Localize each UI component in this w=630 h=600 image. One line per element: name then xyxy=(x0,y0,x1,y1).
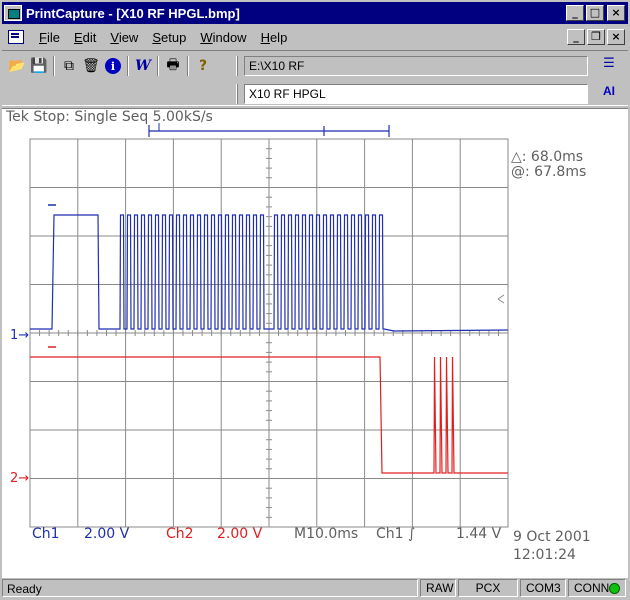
connection-led-icon xyxy=(609,582,620,594)
copy-icon[interactable]: ⧉ xyxy=(58,55,80,77)
trigger-source: Ch1 ∫ xyxy=(376,526,416,542)
close-button[interactable]: × xyxy=(607,5,625,21)
trigger-arrow xyxy=(497,294,505,300)
ch1-label: Ch1 xyxy=(32,526,60,542)
doc-restore-button[interactable]: ❐ xyxy=(587,29,605,45)
menu-window[interactable]: Window xyxy=(193,30,253,45)
list-icon[interactable]: ☰ xyxy=(598,56,620,76)
doc-minimize-button[interactable]: _ xyxy=(567,29,585,45)
ch2-scale: 2.00 V xyxy=(217,526,263,542)
print-icon[interactable]: 🖶 xyxy=(162,55,184,77)
open-folder-icon[interactable]: 📂 xyxy=(6,55,28,77)
toolbar-separator xyxy=(127,56,129,76)
trigger-position-bar xyxy=(148,123,390,137)
w-icon[interactable]: W xyxy=(132,55,154,77)
main-toolbar: 📂 💾 ⧉ 🗑 i W 🖶 ? xyxy=(6,54,214,78)
connection-indicator: CONN xyxy=(568,579,626,597)
channel-level-ticks xyxy=(48,204,505,348)
toolbar-area: 📂 💾 ⧉ 🗑 i W 🖶 ? E:\X10 RF ☰ X10 RF HPGL … xyxy=(2,50,628,106)
capture-date: 9 Oct 2001 xyxy=(513,529,591,545)
raw-indicator: RAW xyxy=(420,579,456,597)
timebase-readout: M10.0ms xyxy=(294,526,359,542)
toolbar-separator xyxy=(187,56,189,76)
title-bar: PrintCapture - [X10 RF HPGL.bmp] _ □ × xyxy=(2,2,628,24)
menu-view[interactable]: View xyxy=(103,30,145,45)
capture-time: 12:01:24 xyxy=(513,547,576,563)
status-text: Ready xyxy=(2,579,418,597)
filename-field[interactable]: X10 RF HPGL xyxy=(244,84,588,104)
scope-capture-image: Tek Stop: Single Seq 5.00kS/s △: 68.0ms … xyxy=(2,108,628,578)
menu-help[interactable]: Help xyxy=(254,30,295,45)
cursor-position: @: 67.8ms xyxy=(511,164,587,180)
document-icon[interactable] xyxy=(6,28,26,46)
ai-icon[interactable]: AI xyxy=(598,84,620,104)
cursor-delta: △: 68.0ms xyxy=(511,149,584,165)
trigger-arrow xyxy=(497,298,505,304)
window-title: PrintCapture - [X10 RF HPGL.bmp] xyxy=(26,5,240,21)
ch2-label: Ch2 xyxy=(166,526,194,542)
menu-bar: File Edit View Setup Window Help _ ❐ × xyxy=(2,26,628,48)
menu-setup[interactable]: Setup xyxy=(145,30,193,45)
acquisition-status: Tek Stop: Single Seq 5.00kS/s xyxy=(6,109,213,125)
trigger-level: 1.44 V xyxy=(456,526,502,542)
toolbar-grip[interactable] xyxy=(236,84,238,104)
ch1-ground-marker: 1→ xyxy=(10,328,30,343)
info-icon[interactable]: i xyxy=(105,58,121,74)
help-icon[interactable]: ? xyxy=(192,55,214,77)
menu-edit[interactable]: Edit xyxy=(67,30,103,45)
ch1-scale: 2.00 V xyxy=(84,526,130,542)
ch2-ground-marker: 2→ xyxy=(10,471,30,486)
maximize-button[interactable]: □ xyxy=(586,5,604,21)
status-bar: Ready RAW PCX COM3 CONN xyxy=(2,578,628,598)
minimize-button[interactable]: _ xyxy=(566,5,584,21)
doc-close-button[interactable]: × xyxy=(607,29,625,45)
save-icon[interactable]: 💾 xyxy=(28,55,50,77)
app-icon[interactable] xyxy=(4,5,22,21)
toolbar-grip[interactable] xyxy=(236,56,238,76)
menu-file[interactable]: File xyxy=(32,30,67,45)
pcx-indicator: PCX xyxy=(458,579,518,597)
clear-icon[interactable]: 🗑 xyxy=(80,55,102,77)
path-field[interactable]: E:\X10 RF xyxy=(244,56,588,76)
connection-label: CONN xyxy=(574,581,610,595)
toolbar-separator xyxy=(157,56,159,76)
toolbar-separator xyxy=(53,56,55,76)
com-port-indicator: COM3 xyxy=(520,579,566,597)
